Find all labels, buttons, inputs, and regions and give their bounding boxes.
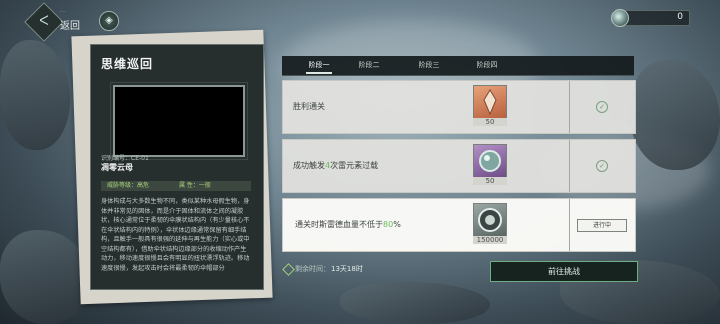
- task-row: 通关时斯雷德血量不低于80% 150000 进行中: [282, 198, 636, 252]
- reward-item-icon: [473, 144, 507, 178]
- enemy-description[interactable]: 身体构成与大多数生物不同，类似某种水母假生物，身体并非常见的固体，而是介于固体和…: [101, 197, 251, 279]
- reward-slot[interactable]: 50: [473, 85, 507, 129]
- reward-slot[interactable]: 150000: [473, 203, 507, 247]
- reward-item-icon: [473, 203, 507, 237]
- crystal-icon: [483, 89, 497, 116]
- tab-stage-3[interactable]: 阶段三: [404, 56, 454, 75]
- remaining-time-label: 剩余时间：: [295, 265, 330, 273]
- row-divider: [569, 81, 570, 133]
- go-challenge-button[interactable]: 前往挑战: [490, 261, 638, 282]
- remaining-time-value: 13天18时: [331, 265, 363, 273]
- task-text: 成功触发: [293, 161, 325, 170]
- task-highlight: 80: [383, 220, 394, 229]
- enemy-id: 识别编号：CE-01: [101, 155, 149, 162]
- task-row: 胜利通关 50 ✓: [282, 80, 636, 134]
- row-divider: [569, 199, 570, 251]
- timer-icon: [282, 263, 295, 276]
- task-label: 通关时斯雷德血量不低于80%: [295, 219, 401, 230]
- menu-icon[interactable]: ◈: [99, 11, 119, 31]
- floating-rock: [0, 40, 70, 150]
- coin-icon: [478, 208, 502, 232]
- reward-count: 50: [473, 177, 507, 185]
- orb-icon: [479, 150, 501, 172]
- enemy-meta-bar: 威胁等级：高危 属 性：一般: [101, 181, 251, 191]
- back-label[interactable]: 返回: [60, 17, 80, 32]
- card-title: 思维巡回: [101, 57, 154, 71]
- floating-rock: [630, 60, 720, 170]
- floating-rock: [0, 230, 90, 324]
- threat-level: 威胁等级：高危: [107, 182, 150, 189]
- currency-amount: 0: [677, 12, 683, 22]
- reward-slot[interactable]: 50: [473, 144, 507, 188]
- reward-count: 150000: [473, 236, 507, 244]
- check-icon: ✓: [596, 101, 608, 113]
- floating-rock: [340, 282, 490, 324]
- tab-stage-2[interactable]: 阶段二: [344, 56, 394, 75]
- task-text: 次雷元素过载: [330, 161, 379, 170]
- stage-tabs: 阶段一 阶段二 阶段三 阶段四: [282, 56, 634, 76]
- reward-item-icon: [473, 85, 507, 119]
- task-text: %: [393, 220, 401, 229]
- tab-stage-4[interactable]: 阶段四: [462, 56, 512, 75]
- in-progress-badge: 进行中: [577, 219, 627, 232]
- tab-stage-1[interactable]: 阶段一: [294, 56, 344, 75]
- task-label: 成功触发4次雷元素过载: [293, 160, 378, 171]
- enemy-portrait: [110, 82, 248, 160]
- check-icon: ✓: [596, 160, 608, 172]
- task-label: 胜利通关: [293, 102, 325, 111]
- task-text: 通关时斯雷德血量不低于: [295, 220, 383, 229]
- back-arrow-icon: ᐸ: [39, 14, 49, 29]
- enemy-card: 思维巡回 识别编号：CE-01 凋零云母 威胁等级：高危 属 性：一般 身体构成…: [90, 44, 264, 290]
- attribute: 属 性：一般: [179, 182, 211, 189]
- back-button[interactable]: ᐸ: [24, 2, 64, 42]
- coin-icon: [611, 9, 629, 27]
- row-divider: [569, 140, 570, 192]
- task-row: 成功触发4次雷元素过载 50 ✓: [282, 139, 636, 193]
- currency-display[interactable]: 0: [611, 9, 690, 27]
- top-subtitle: ···: [60, 9, 67, 15]
- enemy-name: 凋零云母: [101, 163, 133, 172]
- reward-count: 50: [473, 118, 507, 126]
